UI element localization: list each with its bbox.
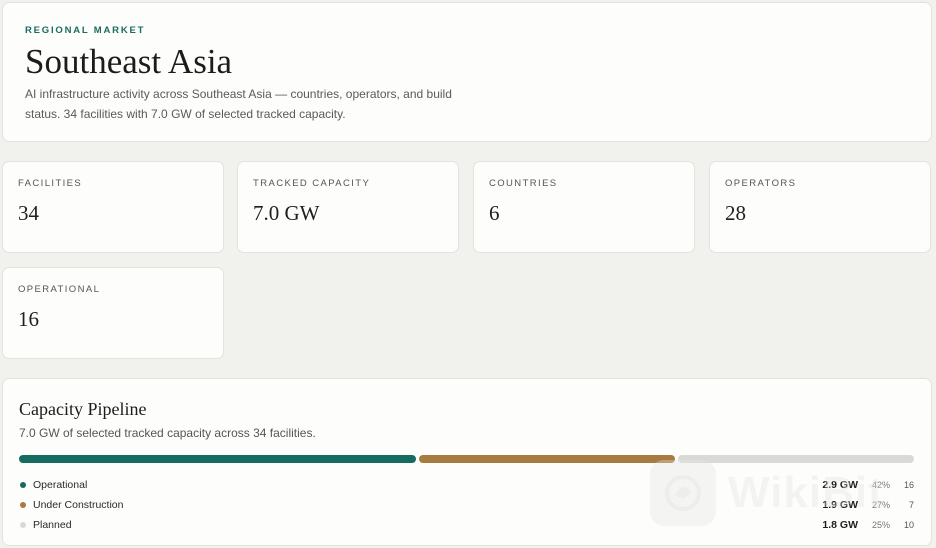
watermark-logo-icon [650,460,716,526]
stat-value: 28 [725,201,746,225]
stat-label: FACILITIES [18,178,83,189]
watermark-text: WikiBit [728,468,884,517]
stat-card-operators: OPERATORS 28 [709,161,931,253]
stat-label: TRACKED CAPACITY [253,178,371,189]
stat-value: 6 [489,201,500,225]
pipeline-title: Capacity Pipeline [19,399,147,419]
stat-label: OPERATIONAL [18,284,101,295]
stat-card-tracked-capacity: TRACKED CAPACITY 7.0 GW [237,161,459,253]
page-title: Southeast Asia [25,42,233,81]
status-dot-icon [20,502,26,508]
stat-value: 16 [18,307,39,331]
stat-label: OPERATORS [725,178,797,189]
pipeline-segment-under-construction [419,455,675,463]
stat-card-countries: COUNTRIES 6 [473,161,695,253]
stat-value: 34 [18,201,39,225]
pipeline-subtitle: 7.0 GW of selected tracked capacity acro… [19,426,316,440]
page-description: AI infrastructure activity across Southe… [25,87,452,121]
status-dot-icon [20,522,26,528]
stat-card-operational: OPERATIONAL 16 [2,267,224,359]
region-header-card: REGIONAL MARKET Southeast Asia AI infras… [2,2,932,142]
stat-value: 7.0 GW [253,201,320,225]
watermark: WikiBit [650,460,920,526]
stat-card-facilities: FACILITIES 34 [2,161,224,253]
pipeline-segment-operational [19,455,417,463]
stat-label: COUNTRIES [489,178,558,189]
status-dot-icon [20,482,26,488]
eyebrow-label: REGIONAL MARKET [25,25,146,36]
